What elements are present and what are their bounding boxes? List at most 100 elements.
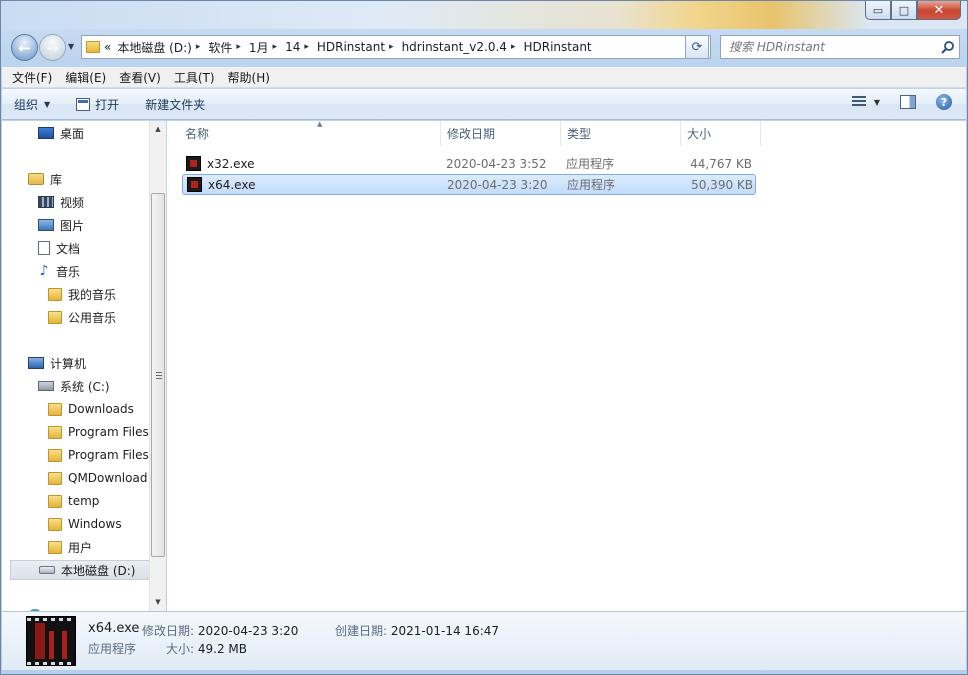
breadcrumb: 本地磁盘 (D:) ▸ 软件 ▸ 1月 ▸ 14 ▸ HDRinstant ▸ hdrinstant… bbox=[117, 39, 591, 56]
breadcrumb-item[interactable]: HDRinstant bbox=[523, 40, 591, 54]
column-type-label: 类型 bbox=[567, 127, 592, 141]
forward-button[interactable]: → bbox=[39, 34, 66, 61]
nav-tree-item[interactable]: ♪ 音乐 bbox=[38, 261, 80, 281]
exe-file-icon bbox=[187, 177, 202, 192]
new-folder-button[interactable]: 新建文件夹 bbox=[145, 96, 205, 113]
file-row[interactable]: x64.exe 2020-04-23 3:20 应用程序 50,390 KB bbox=[182, 174, 756, 195]
folder-icon bbox=[48, 471, 62, 485]
scroll-up-arrow[interactable]: ▲ bbox=[150, 121, 166, 138]
nav-tree-item[interactable]: Windows bbox=[48, 514, 122, 534]
exe-file-icon bbox=[186, 156, 201, 171]
menu-tools[interactable]: 工具(T) bbox=[174, 69, 215, 86]
navigation-scrollbar[interactable]: ▲ ▼ bbox=[149, 121, 166, 611]
nav-tree-item[interactable]: 桌面 bbox=[38, 123, 84, 143]
nav-tree-item[interactable]: 本地磁盘 (D:) bbox=[10, 560, 157, 580]
search-icon[interactable] bbox=[941, 40, 955, 54]
details-size: 大小: 49.2 MB bbox=[166, 640, 247, 657]
preview-pane-icon[interactable] bbox=[900, 95, 916, 109]
nav-tree-label: Downloads bbox=[68, 402, 134, 416]
breadcrumb-item[interactable]: HDRinstant bbox=[317, 40, 385, 54]
chevron-down-icon: ▼ bbox=[44, 99, 51, 109]
details-file-name: x64.exe bbox=[88, 621, 140, 636]
breadcrumb-separator-icon[interactable]: ▸ bbox=[273, 42, 278, 52]
nav-tree-item[interactable]: 计算机 bbox=[28, 353, 86, 373]
nav-tree-item[interactable]: 文档 bbox=[38, 238, 80, 258]
menu-help[interactable]: 帮助(H) bbox=[228, 69, 270, 86]
breadcrumb-separator-icon[interactable]: ▸ bbox=[389, 42, 394, 52]
command-bar-right: ▼ ? bbox=[851, 94, 952, 110]
folder-icon bbox=[48, 287, 62, 301]
open-icon bbox=[76, 97, 91, 111]
breadcrumb-separator-icon[interactable]: ▸ bbox=[511, 42, 516, 52]
nav-tree-item[interactable]: 库 bbox=[28, 169, 62, 189]
column-header-type[interactable]: 类型 bbox=[561, 121, 681, 146]
details-size-label: 大小: bbox=[166, 642, 195, 656]
close-button[interactable]: ✕ bbox=[917, 1, 961, 20]
file-size: 50,390 KB bbox=[691, 177, 753, 192]
nav-tree-item[interactable]: 视频 bbox=[38, 192, 84, 212]
open-button[interactable]: 打开 bbox=[76, 96, 119, 113]
menu-edit[interactable]: 编辑(E) bbox=[65, 69, 106, 86]
file-date: 2020-04-23 3:20 bbox=[447, 177, 548, 192]
nav-tree-item[interactable]: QMDownload bbox=[48, 468, 147, 488]
menu-view[interactable]: 查看(V) bbox=[119, 69, 161, 86]
nav-tree-label: 用户 bbox=[68, 540, 93, 555]
file-date: 2020-04-23 3:52 bbox=[446, 156, 547, 171]
minimize-button[interactable]: ▭ bbox=[865, 1, 891, 20]
nav-tree-label: Windows bbox=[68, 517, 122, 531]
nav-tree-item[interactable]: 我的音乐 bbox=[48, 284, 116, 304]
file-list: 名称 ▲ 修改日期 类型 大小 x32.exe 2020-04-23 3:52 应用… bbox=[167, 120, 966, 611]
scroll-down-arrow[interactable]: ▼ bbox=[150, 594, 166, 611]
details-type: 应用程序 bbox=[88, 642, 137, 656]
search-input[interactable] bbox=[729, 40, 929, 54]
nav-tree-label: 计算机 bbox=[50, 356, 87, 371]
help-icon[interactable]: ? bbox=[936, 94, 952, 110]
library-icon bbox=[28, 173, 44, 185]
breadcrumb-item[interactable]: 14 bbox=[285, 40, 300, 54]
maximize-button[interactable]: □ bbox=[891, 1, 917, 20]
back-button[interactable]: ← bbox=[11, 34, 38, 61]
folder-icon bbox=[86, 41, 100, 53]
breadcrumb-item[interactable]: 1月 bbox=[249, 39, 269, 56]
nav-tree-label: 视频 bbox=[60, 195, 85, 210]
details-created-label: 创建日期: bbox=[335, 624, 388, 638]
nav-tree-label: Program Files bbox=[68, 448, 149, 462]
column-header-date[interactable]: 修改日期 bbox=[441, 121, 561, 146]
column-header-name[interactable]: 名称 ▲ bbox=[179, 120, 441, 146]
computer-icon bbox=[28, 357, 44, 369]
details-modified-label: 修改日期: bbox=[142, 624, 195, 638]
breadcrumb-item[interactable]: 软件 bbox=[208, 39, 232, 56]
scroll-thumb[interactable] bbox=[151, 193, 165, 557]
details-modified-value: 2020-04-23 3:20 bbox=[197, 624, 299, 638]
details-created: 创建日期: 2021-01-14 16:47 bbox=[335, 622, 499, 639]
breadcrumb-separator-icon[interactable]: ▸ bbox=[304, 42, 309, 52]
breadcrumb-item[interactable]: 本地磁盘 (D:) bbox=[117, 39, 191, 56]
refresh-button[interactable]: ⟳ bbox=[685, 35, 709, 59]
desktop-icon bbox=[38, 127, 54, 139]
organize-button[interactable]: 组织 ▼ bbox=[14, 96, 50, 113]
column-header-size[interactable]: 大小 bbox=[681, 121, 761, 146]
breadcrumb-item[interactable]: hdrinstant_v2.0.4 bbox=[402, 40, 507, 54]
nav-tree-item[interactable]: Program Files bbox=[48, 422, 149, 442]
view-options-icon[interactable] bbox=[851, 96, 866, 108]
nav-tree-item[interactable]: Program Files bbox=[48, 445, 149, 465]
recent-pages-dropdown[interactable]: ▼ bbox=[68, 42, 74, 51]
nav-tree-label: 我的音乐 bbox=[68, 287, 117, 302]
nav-tree-item[interactable]: 图片 bbox=[38, 215, 84, 235]
view-options-dropdown[interactable]: ▼ bbox=[874, 98, 880, 107]
nav-tree-item[interactable]: 用户 bbox=[48, 537, 92, 557]
nav-tree-label: 桌面 bbox=[60, 126, 85, 141]
nav-tree-label: 公用音乐 bbox=[68, 310, 117, 325]
breadcrumb-separator-icon[interactable]: ▸ bbox=[236, 42, 241, 52]
nav-tree-item[interactable]: Downloads bbox=[48, 399, 134, 419]
address-bar[interactable]: « 本地磁盘 (D:) ▸ 软件 ▸ 1月 ▸ 14 ▸ HDRinstant ▸ hdrinsta… bbox=[81, 35, 711, 59]
nav-tree-item[interactable]: 系统 (C:) bbox=[38, 376, 110, 396]
menu-file[interactable]: 文件(F) bbox=[12, 69, 52, 86]
search-box[interactable] bbox=[720, 35, 960, 59]
breadcrumb-separator-icon[interactable]: ▸ bbox=[196, 42, 201, 52]
nav-tree-item[interactable]: temp bbox=[48, 491, 99, 511]
new-folder-label: 新建文件夹 bbox=[145, 97, 206, 112]
nav-tree-item[interactable]: 公用音乐 bbox=[48, 307, 116, 327]
file-row[interactable]: x32.exe 2020-04-23 3:52 应用程序 44,767 KB bbox=[182, 153, 756, 174]
breadcrumb-overflow[interactable]: « bbox=[104, 40, 111, 54]
